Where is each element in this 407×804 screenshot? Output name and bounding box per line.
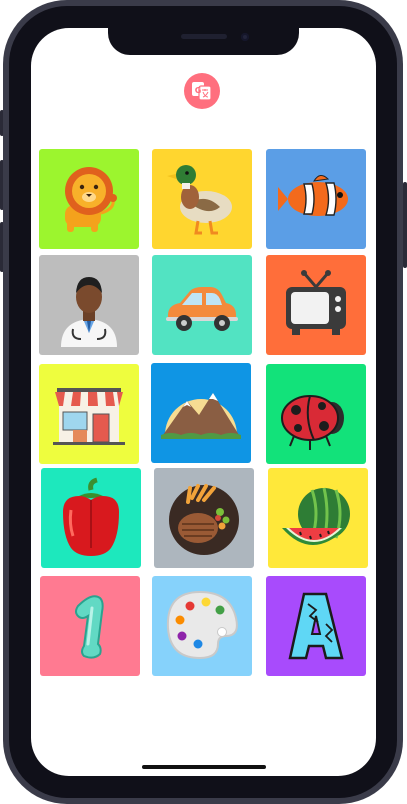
tile-car[interactable] <box>152 255 252 355</box>
car-icon <box>166 287 238 331</box>
tile-tv[interactable] <box>266 255 366 355</box>
tile-pepper[interactable] <box>41 468 141 568</box>
tv-icon <box>286 270 346 335</box>
translate-icon[interactable]: G <box>184 73 220 109</box>
tile-duck[interactable] <box>152 149 252 249</box>
tile-palette[interactable] <box>152 576 252 676</box>
front-camera <box>241 33 249 41</box>
ladybug-icon <box>281 395 344 450</box>
pepper-icon <box>63 477 119 556</box>
home-indicator[interactable] <box>142 765 266 769</box>
tile-clownfish[interactable] <box>266 149 366 249</box>
tile-number-one[interactable] <box>40 576 140 676</box>
letter-a-icon <box>288 592 344 660</box>
mountain-icon <box>161 393 241 439</box>
notch <box>108 28 299 55</box>
lion-icon <box>65 167 117 232</box>
tile-steak[interactable] <box>154 468 254 568</box>
paint-palette-icon <box>166 590 238 660</box>
speaker <box>181 34 227 39</box>
tile-letter-a[interactable] <box>266 576 366 676</box>
watermelon-icon <box>282 487 350 545</box>
tile-doctor[interactable] <box>39 255 139 355</box>
tile-ladybug[interactable] <box>266 364 366 464</box>
clownfish-icon <box>278 175 348 216</box>
tile-mountain[interactable] <box>151 363 251 463</box>
phone-frame: G <box>0 0 407 804</box>
tile-shop[interactable] <box>39 364 139 464</box>
app-screen: G <box>31 28 376 776</box>
steak-icon <box>169 484 239 555</box>
tile-watermelon[interactable] <box>268 468 368 568</box>
doctor-icon <box>61 277 117 347</box>
number-one-icon <box>75 595 104 659</box>
shop-icon <box>53 388 125 445</box>
power-button <box>403 182 407 268</box>
svg-text:G: G <box>195 86 202 95</box>
duck-icon <box>167 165 232 235</box>
tile-lion[interactable] <box>39 149 139 249</box>
